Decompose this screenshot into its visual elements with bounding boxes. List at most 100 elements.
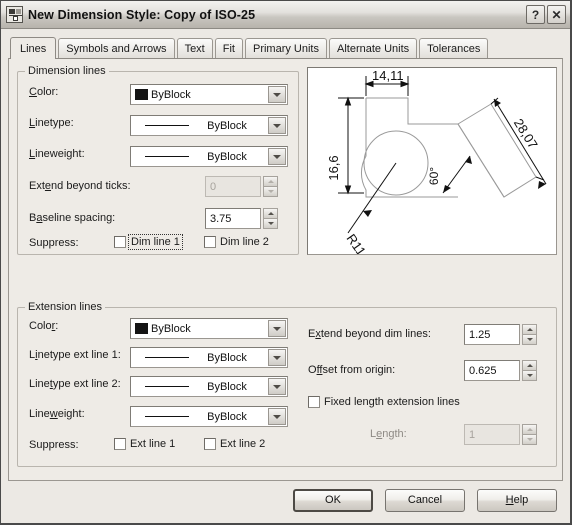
tab-tolerances[interactable]: Tolerances bbox=[419, 38, 489, 58]
offset-from-origin-label: Offset from origin: bbox=[308, 364, 396, 376]
baseline-spacing-label: Baseline spacing: bbox=[29, 212, 116, 224]
ext-linetype-1-label: Linetype ext line 1: bbox=[29, 349, 121, 361]
length-stepper: 1 bbox=[464, 424, 537, 445]
length-label: Length: bbox=[370, 428, 407, 440]
ext-color-value: ByBlock bbox=[151, 322, 191, 335]
extend-beyond-dim-lines-stepper[interactable]: 1.25 bbox=[464, 324, 537, 345]
stepper-down-icon bbox=[522, 434, 537, 445]
checkbox-ext-line-1[interactable]: Ext line 1 bbox=[114, 438, 175, 450]
cancel-button[interactable]: Cancel bbox=[385, 488, 465, 512]
dim-lineweight-label: Lineweight: bbox=[29, 148, 85, 160]
ext-linetype-2-combobox[interactable]: ByBlock bbox=[130, 376, 288, 397]
ext-suppress-row: Suppress: bbox=[29, 439, 79, 451]
dialog-button-bar: OK Cancel Help bbox=[1, 481, 570, 523]
dim-suppress-row: Suppress: bbox=[29, 237, 79, 249]
tab-symbols-and-arrows[interactable]: Symbols and Arrows bbox=[58, 38, 175, 58]
extend-beyond-ticks-row: Extend beyond ticks: bbox=[29, 180, 131, 192]
dim-lineweight-row: Lineweight: bbox=[29, 148, 85, 160]
dimension-style-preview: 14,11 16,6 R11,17 60° 28,07 bbox=[307, 67, 557, 255]
baseline-spacing-row: Baseline spacing: bbox=[29, 212, 115, 224]
checkbox-box[interactable] bbox=[114, 438, 126, 450]
stepper-up-icon[interactable] bbox=[263, 208, 278, 219]
baseline-spacing-input[interactable]: 3.75 bbox=[205, 208, 261, 229]
checkbox-box[interactable] bbox=[204, 236, 216, 248]
chevron-down-icon[interactable] bbox=[268, 349, 286, 366]
line-preview-icon bbox=[145, 125, 189, 126]
new-dimension-style-dialog: New Dimension Style: Copy of ISO-25 ? ✕ … bbox=[0, 0, 572, 525]
tab-label: Primary Units bbox=[252, 42, 319, 55]
checkbox-label: Fixed length extension lines bbox=[324, 396, 460, 408]
chevron-down-icon[interactable] bbox=[268, 117, 286, 134]
chevron-down-icon[interactable] bbox=[268, 408, 286, 425]
line-preview-icon bbox=[145, 156, 189, 157]
dim-linetype-label: Linetype: bbox=[29, 117, 74, 129]
baseline-spacing-stepper[interactable]: 3.75 bbox=[205, 208, 278, 229]
ext-color-label: Color: bbox=[29, 320, 59, 332]
ext-linetype-2-row: Linetype ext line 2: bbox=[29, 378, 121, 390]
tab-fit[interactable]: Fit bbox=[214, 38, 243, 58]
dim-color-row: Color: bbox=[29, 86, 58, 98]
tab-label: Lines bbox=[20, 42, 47, 55]
checkbox-box[interactable] bbox=[114, 236, 126, 248]
title-bar[interactable]: New Dimension Style: Copy of ISO-25 ? ✕ bbox=[1, 1, 570, 29]
stepper-down-icon bbox=[263, 186, 278, 197]
tab-lines[interactable]: Lines bbox=[10, 37, 57, 59]
stepper-down-icon[interactable] bbox=[522, 370, 537, 381]
chevron-down-icon[interactable] bbox=[268, 378, 286, 395]
checkbox-dim-line-1[interactable]: Dim line 1 bbox=[114, 234, 183, 250]
tab-alternate-units[interactable]: Alternate Units bbox=[329, 38, 418, 58]
dim-linetype-combobox[interactable]: ByBlock bbox=[130, 115, 288, 136]
extend-beyond-dim-lines-input[interactable]: 1.25 bbox=[464, 324, 520, 345]
stepper-down-icon[interactable] bbox=[522, 334, 537, 345]
ext-linetype-1-combobox[interactable]: ByBlock bbox=[130, 347, 288, 368]
dimension-style-icon bbox=[6, 6, 23, 23]
stepper-up-icon[interactable] bbox=[522, 360, 537, 371]
ext-linetype-1-row: Linetype ext line 1: bbox=[29, 349, 121, 361]
color-swatch bbox=[135, 89, 148, 100]
checkbox-ext-line-2[interactable]: Ext line 2 bbox=[204, 438, 265, 450]
ok-button[interactable]: OK bbox=[293, 488, 373, 512]
offset-from-origin-stepper[interactable]: 0.625 bbox=[464, 360, 537, 381]
chevron-down-icon[interactable] bbox=[268, 320, 286, 337]
stepper-up-icon[interactable] bbox=[522, 324, 537, 335]
window-title: New Dimension Style: Copy of ISO-25 bbox=[28, 7, 256, 22]
length-row: Length: bbox=[370, 428, 407, 440]
checkbox-box[interactable] bbox=[308, 396, 320, 408]
tab-page-lines: Dimension lines Color: ByBlock Linetype:… bbox=[8, 58, 563, 481]
stepper-buttons[interactable] bbox=[522, 324, 537, 345]
checkbox-dim-line-2[interactable]: Dim line 2 bbox=[204, 236, 269, 248]
color-swatch bbox=[135, 323, 148, 334]
stepper-buttons bbox=[263, 176, 278, 197]
close-icon[interactable]: ✕ bbox=[547, 5, 566, 24]
dim-color-combobox[interactable]: ByBlock bbox=[130, 84, 288, 105]
checkbox-fixed-length-extension-lines[interactable]: Fixed length extension lines bbox=[308, 396, 460, 408]
group-title: Extension lines bbox=[25, 301, 105, 313]
dim-linetype-row: Linetype: bbox=[29, 117, 74, 129]
offset-from-origin-row: Offset from origin: bbox=[308, 364, 395, 376]
extension-lines-group: Extension lines Color: ByBlock Linetype … bbox=[17, 301, 557, 467]
stepper-buttons[interactable] bbox=[522, 360, 537, 381]
dim-suppress-label: Suppress: bbox=[29, 237, 79, 249]
ext-lineweight-combobox[interactable]: ByBlock bbox=[130, 406, 288, 427]
line-preview-icon bbox=[145, 357, 189, 358]
extend-beyond-ticks-label: Extend beyond ticks: bbox=[29, 180, 131, 192]
ext-color-combobox[interactable]: ByBlock bbox=[130, 318, 288, 339]
window-controls: ? ✕ bbox=[526, 5, 566, 24]
help-icon[interactable]: ? bbox=[526, 5, 545, 24]
chevron-down-icon[interactable] bbox=[268, 148, 286, 165]
extend-beyond-ticks-value: 0 bbox=[205, 176, 261, 197]
checkbox-label: Ext line 1 bbox=[130, 438, 176, 450]
dim-label-left-height: 16,6 bbox=[326, 155, 341, 180]
checkbox-box[interactable] bbox=[204, 438, 216, 450]
dim-color-value: ByBlock bbox=[151, 88, 191, 101]
line-preview-icon bbox=[145, 386, 189, 387]
stepper-buttons bbox=[522, 424, 537, 445]
offset-from-origin-input[interactable]: 0.625 bbox=[464, 360, 520, 381]
chevron-down-icon[interactable] bbox=[268, 86, 286, 103]
tab-primary-units[interactable]: Primary Units bbox=[244, 38, 327, 58]
tab-text[interactable]: Text bbox=[176, 38, 213, 58]
stepper-buttons[interactable] bbox=[263, 208, 278, 229]
dim-lineweight-combobox[interactable]: ByBlock bbox=[130, 146, 288, 167]
stepper-down-icon[interactable] bbox=[263, 218, 278, 229]
help-button[interactable]: Help bbox=[477, 488, 557, 512]
